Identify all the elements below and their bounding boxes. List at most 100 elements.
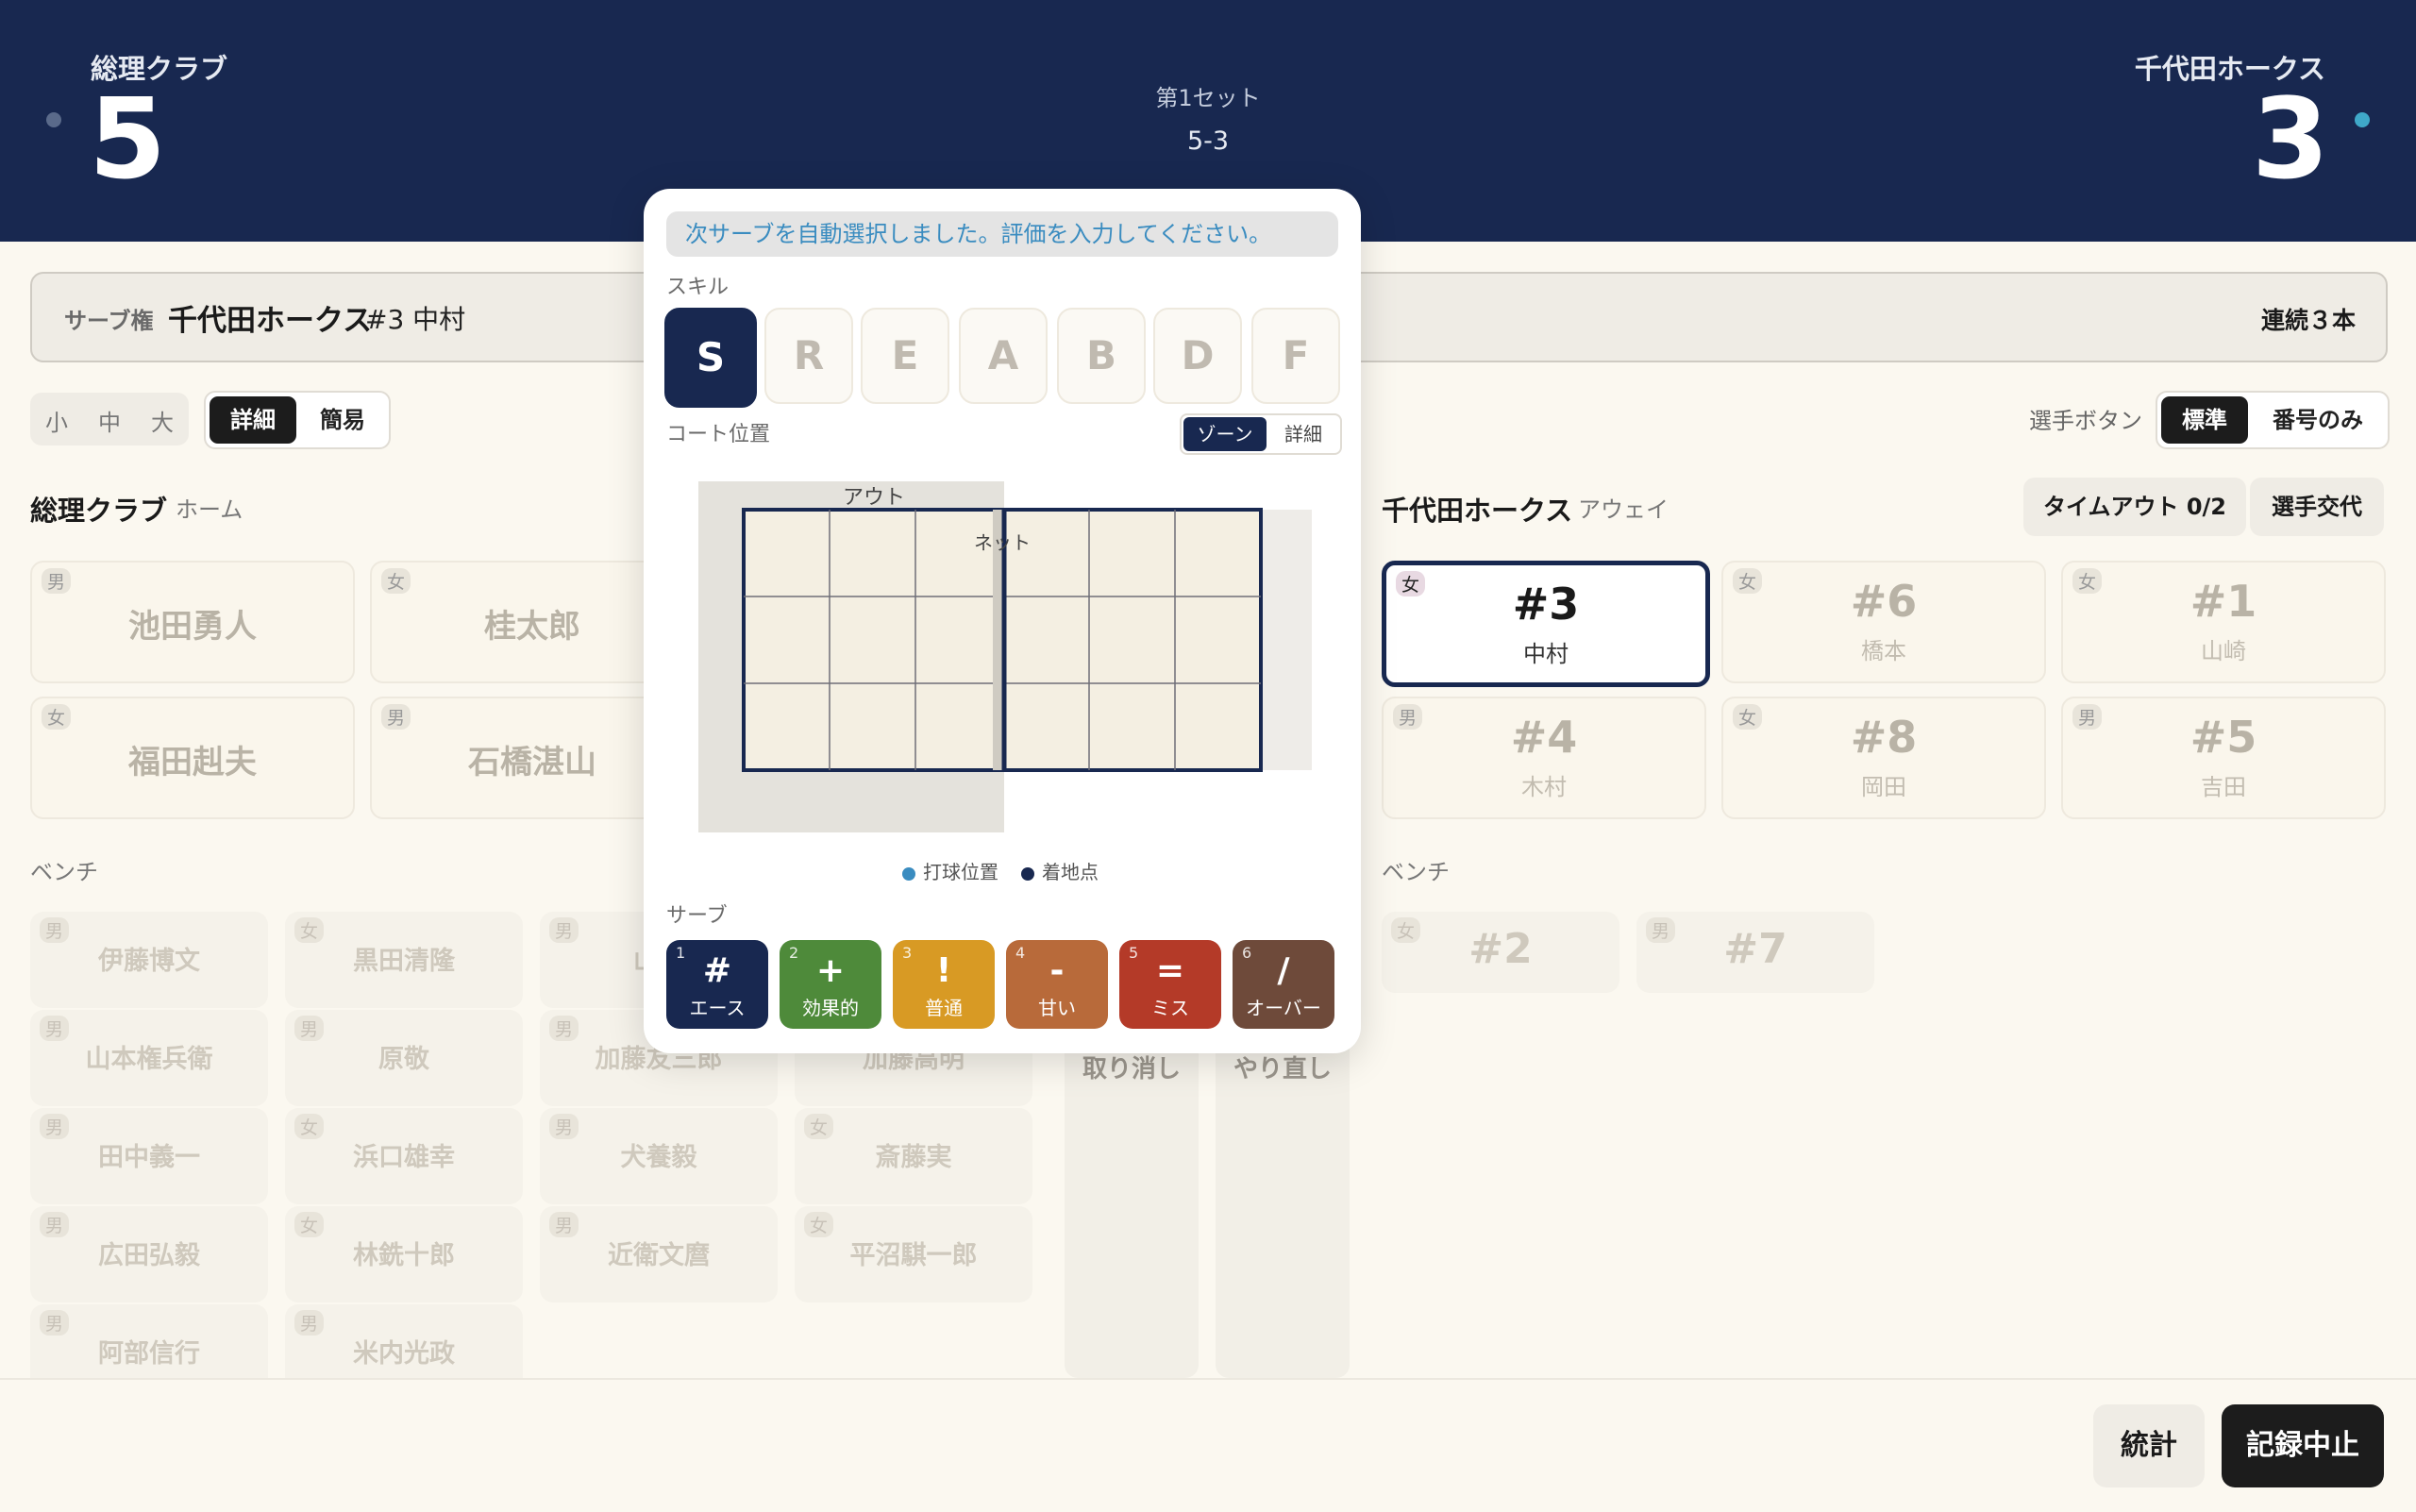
court-diagram[interactable]: アウト ネット	[644, 472, 1361, 840]
away-bench-player[interactable]: 男 #7	[1636, 912, 1874, 993]
skill-s-button[interactable]: S	[664, 308, 757, 408]
skill-a-button[interactable]: A	[959, 308, 1048, 404]
rating-label: エース	[689, 997, 746, 1019]
home-bench-label: ベンチ	[30, 859, 98, 885]
home-bench-player[interactable]: 男田中義一	[30, 1108, 268, 1204]
skill-r-button[interactable]: R	[764, 308, 853, 404]
gender-badge: 男	[40, 1114, 70, 1139]
home-bench-player[interactable]: 女浜口雄幸	[285, 1108, 523, 1204]
player-button-standard[interactable]: 標準	[2161, 396, 2248, 444]
player-name: 犬養毅	[620, 1143, 697, 1172]
player-name: 木村	[1521, 774, 1567, 800]
home-bench-player[interactable]: 男近衛文麿	[540, 1206, 778, 1302]
undo-label: 取り消し	[1082, 1055, 1181, 1084]
home-bench-player[interactable]: 男犬養毅	[540, 1108, 778, 1204]
player-number: #6	[1850, 576, 1918, 627]
home-court-player[interactable]: 女 福田赳夫	[30, 697, 355, 819]
view-detail-button[interactable]: 詳細	[210, 396, 296, 444]
size-medium-button[interactable]: 中	[98, 404, 121, 437]
player-name: 中村	[1523, 641, 1569, 667]
rating-button-5[interactable]: 5 = ミス	[1119, 940, 1221, 1029]
away-court-player[interactable]: 男 #5 吉田	[2061, 697, 2386, 819]
view-mode-toggle: 詳細 簡易	[204, 391, 391, 449]
gender-badge: 男	[294, 1016, 325, 1041]
rating-label: 甘い	[1038, 997, 1076, 1019]
gender-badge: 女	[294, 1212, 325, 1237]
player-name: 近衛文麿	[608, 1241, 710, 1270]
legend-land-label: 着地点	[1042, 861, 1099, 883]
view-simple-button[interactable]: 簡易	[300, 396, 385, 444]
rating-button-4[interactable]: 4- 甘い	[1006, 940, 1108, 1029]
undo-button[interactable]: 取り消し	[1065, 1034, 1199, 1378]
away-court-player[interactable]: 女 #8 岡田	[1721, 697, 2046, 819]
player-number: #1	[2190, 576, 2257, 627]
gender-badge: 女	[294, 917, 325, 943]
rating-button-2[interactable]: 2 + 効果的	[780, 940, 881, 1029]
home-bench-player[interactable]: 男原敬	[285, 1010, 523, 1106]
home-bench-player[interactable]: 女平沼騏一郎	[795, 1206, 1032, 1302]
gender-badge: 女	[804, 1212, 834, 1237]
skill-b-button[interactable]: B	[1057, 308, 1146, 404]
footer-bar	[0, 1378, 2416, 1512]
player-number: #3	[1512, 579, 1580, 630]
size-small-button[interactable]: 小	[45, 404, 68, 437]
auto-select-message: 次サーブを自動選択しました。評価を入力してください。	[666, 211, 1338, 257]
rating-symbol: +	[815, 951, 846, 990]
home-bench-player[interactable]: 男広田弘毅	[30, 1206, 268, 1302]
gender-badge: 男	[40, 1310, 70, 1336]
size-large-button[interactable]: 大	[151, 404, 174, 437]
player-number: #8	[1850, 712, 1918, 763]
skill-label: スキル	[666, 276, 730, 299]
home-bench-player[interactable]: 女林銑十郎	[285, 1206, 523, 1302]
player-name: 山本権兵衛	[85, 1045, 213, 1074]
gender-badge: 男	[381, 704, 411, 730]
home-score: 5	[89, 74, 167, 204]
home-bench-player[interactable]: 男伊藤博文	[30, 912, 268, 1008]
rating-symbol: -	[1049, 951, 1065, 990]
away-court-player[interactable]: 女 #3 中村	[1382, 561, 1710, 687]
player-number: #4	[1510, 712, 1578, 763]
stop-recording-button[interactable]: 記録中止	[2222, 1404, 2384, 1487]
player-name: 阿部信行	[98, 1339, 200, 1369]
gender-badge: 男	[549, 1114, 579, 1139]
player-number: #2	[1468, 925, 1533, 973]
skill-d-button[interactable]: D	[1153, 308, 1242, 404]
hit-dot-icon	[902, 866, 915, 881]
player-name: 浜口雄幸	[353, 1143, 455, 1172]
zone-mode-button[interactable]: ゾーン	[1183, 417, 1267, 451]
substitution-button[interactable]: 選手交代	[2250, 478, 2384, 536]
away-team-title: 千代田ホークス	[1382, 495, 1573, 527]
rating-button-1[interactable]: 1 # エース	[666, 940, 768, 1029]
away-bench-label: ベンチ	[1382, 859, 1450, 885]
rating-button-6[interactable]: 6/オーバー	[1233, 940, 1334, 1029]
gender-badge: 男	[42, 568, 72, 594]
rating-label: 普通	[925, 997, 963, 1019]
away-bench-player[interactable]: 女 #2	[1382, 912, 1619, 993]
home-bench-player[interactable]: 女斎藤実	[795, 1108, 1032, 1204]
legend-hit-label: 打球位置	[923, 861, 998, 883]
home-bench-player[interactable]: 男山本権兵衛	[30, 1010, 268, 1106]
away-court-player[interactable]: 男 #4 木村	[1382, 697, 1706, 819]
away-court-player[interactable]: 女 #6 橋本	[1721, 561, 2046, 683]
home-bench-player[interactable]: 女黒田清隆	[285, 912, 523, 1008]
player-name: 田中義一	[98, 1143, 200, 1172]
rating-button-3[interactable]: 3! 普通	[893, 940, 995, 1029]
timeout-button[interactable]: タイムアウト 0/2	[2023, 478, 2246, 536]
rating-label: 効果的	[802, 997, 859, 1019]
redo-button[interactable]: やり直し	[1216, 1034, 1350, 1378]
serve-rating-label: サーブ	[666, 904, 728, 928]
player-button-number-only[interactable]: 番号のみ	[2252, 396, 2384, 444]
rating-label: ミス	[1151, 997, 1189, 1019]
skill-e-button[interactable]: E	[861, 308, 949, 404]
serve-streak: 連続３本	[2260, 307, 2356, 334]
gender-badge: 男	[549, 1016, 579, 1041]
gender-badge: 男	[549, 917, 579, 943]
away-score: 3	[2251, 74, 2329, 204]
gender-badge: 女	[804, 1114, 834, 1139]
home-court-player[interactable]: 男 池田勇人	[30, 561, 355, 683]
away-court-player[interactable]: 女 #1 山崎	[2061, 561, 2386, 683]
detail-mode-button[interactable]: 詳細	[1270, 417, 1336, 451]
player-name: 林銑十郎	[353, 1241, 455, 1270]
stats-button[interactable]: 統計	[2093, 1404, 2205, 1487]
skill-f-button[interactable]: F	[1251, 308, 1340, 404]
